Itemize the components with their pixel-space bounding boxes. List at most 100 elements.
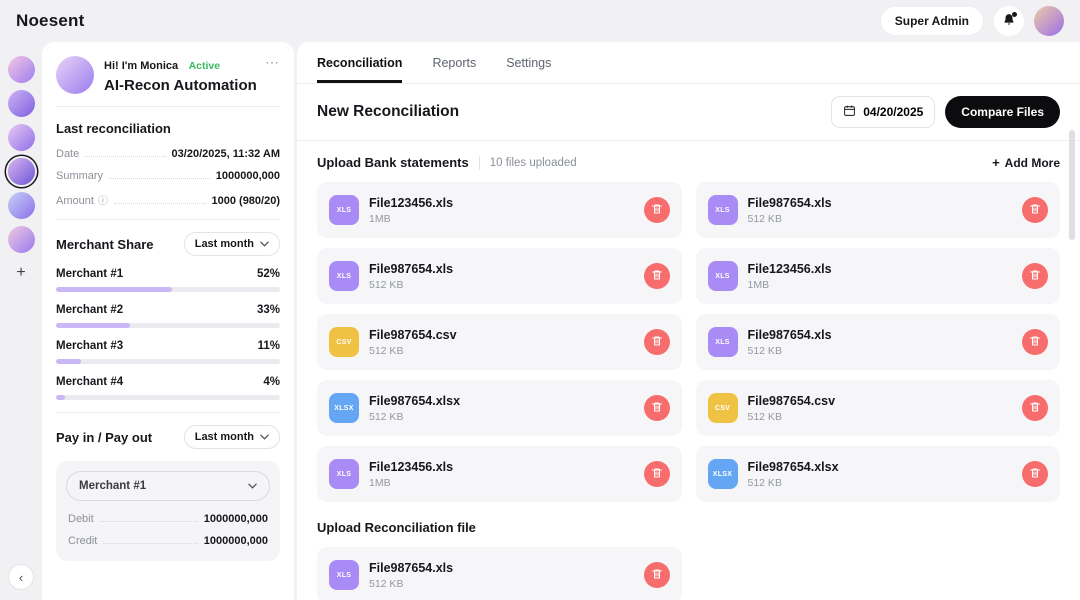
file-extension-label: XLS <box>336 272 352 280</box>
merchant-select-dropdown[interactable]: Merchant #1 <box>66 471 270 501</box>
delete-file-button[interactable] <box>1022 197 1048 223</box>
merchant-name: Merchant #1 <box>56 268 124 280</box>
info-label: Date <box>56 148 80 160</box>
tab-reconciliation[interactable]: Reconciliation <box>317 56 403 83</box>
date-value: 04/20/2025 <box>863 105 924 119</box>
trash-icon <box>651 203 663 218</box>
rail-avatar-item[interactable] <box>7 56 35 83</box>
chevron-down-icon <box>248 480 257 492</box>
delete-file-button[interactable] <box>643 263 670 289</box>
merchant-progress-track <box>56 287 280 292</box>
merchant-share-filter-dropdown[interactable]: Last month <box>183 232 280 256</box>
file-type-icon: XLS <box>707 327 738 357</box>
divider <box>56 412 280 413</box>
file-size: 1MB <box>747 278 770 291</box>
page-title: New Reconciliation <box>317 103 460 120</box>
rail-avatar-item[interactable] <box>7 226 35 253</box>
file-name: File987654.xls <box>369 261 454 276</box>
delete-file-button[interactable] <box>1022 329 1048 355</box>
rail-avatar-item[interactable] <box>7 192 35 219</box>
info-row: Date ⓘ 03/20/2025, 11:32 AM <box>56 148 280 160</box>
file-name: File987654.csv <box>369 327 457 342</box>
delete-file-button[interactable] <box>643 395 670 421</box>
file-extension-label: XLS <box>336 470 352 478</box>
file-type-icon: CSV <box>329 327 359 357</box>
agent-rail: + ‹ <box>0 42 42 600</box>
merchant-select-value: Merchant #1 <box>79 480 147 492</box>
file-type-icon: XLS <box>329 195 359 225</box>
trash-icon <box>651 401 663 416</box>
file-extension-label: XLS <box>715 338 730 346</box>
file-card: XLS File987654.xls 512 KB <box>695 314 1060 370</box>
info-row: Credit ⓘ 1000000,000 <box>66 535 270 547</box>
chevron-down-icon <box>260 431 269 443</box>
file-type-icon: CSV <box>707 393 738 423</box>
brand-logo: Noesent <box>16 11 85 30</box>
delete-file-button[interactable] <box>643 562 670 588</box>
rail-avatar-item[interactable] <box>7 124 35 151</box>
merchant-name: Merchant #3 <box>56 340 124 352</box>
add-agent-button[interactable]: + <box>16 264 25 282</box>
dotted-leader <box>99 521 198 522</box>
trash-icon <box>651 568 663 583</box>
tab-bar: Reconciliation Reports Settings <box>297 42 1080 84</box>
reconciliation-files-grid: XLS File987654.xls 512 KB <box>297 535 1080 600</box>
file-size: 512 KB <box>747 212 782 225</box>
file-card: CSV File987654.csv 512 KB <box>317 314 682 370</box>
merchant-percent: 33% <box>256 304 280 316</box>
trash-icon <box>651 335 663 350</box>
plus-icon: + <box>992 155 1000 170</box>
file-extension-label: XLS <box>715 272 730 280</box>
file-type-icon: XLS <box>329 261 359 291</box>
collapse-sidebar-button[interactable]: ‹ <box>8 564 34 590</box>
dotted-leader <box>109 178 210 179</box>
agent-title: AI-Recon Automation <box>104 77 257 94</box>
delete-file-button[interactable] <box>1022 461 1048 487</box>
file-name: File123456.xls <box>369 459 454 474</box>
delete-file-button[interactable] <box>1022 395 1048 421</box>
file-card: CSV File987654.csv 512 KB <box>695 380 1060 436</box>
file-card: XLS File987654.xls 512 KB <box>317 248 682 304</box>
file-card: XLSX File987654.xlsx 512 KB <box>317 380 682 436</box>
divider <box>56 219 280 220</box>
filter-value: Last month <box>194 431 254 443</box>
divider <box>478 155 480 170</box>
merchant-share-heading: Merchant Share <box>56 236 154 252</box>
delete-file-button[interactable] <box>1022 263 1048 289</box>
info-icon: ⓘ <box>97 196 108 207</box>
merchant-progress-fill <box>56 323 130 328</box>
rail-avatar-item[interactable] <box>7 158 35 185</box>
notification-bell-button[interactable] <box>994 6 1024 36</box>
file-name: File987654.xlsx <box>369 393 461 408</box>
trash-icon <box>1029 401 1041 416</box>
file-type-icon: XLSX <box>329 393 359 423</box>
info-value: 03/20/2025, 11:32 AM <box>171 148 280 160</box>
info-row: Summary ⓘ 1000000,000 <box>56 170 280 182</box>
agent-header: Hi! I'm Monica Active AI-Recon Automatio… <box>56 54 280 107</box>
user-avatar[interactable] <box>1034 6 1064 36</box>
trash-icon <box>1029 203 1041 218</box>
file-size: 1MB <box>369 476 391 489</box>
delete-file-button[interactable] <box>643 461 670 487</box>
delete-file-button[interactable] <box>643 197 670 223</box>
dotted-leader <box>103 543 198 544</box>
tab-reports[interactable]: Reports <box>432 56 476 83</box>
last-reconciliation-heading: Last reconciliation <box>56 121 171 136</box>
file-extension-label: XLSX <box>334 404 354 412</box>
delete-file-button[interactable] <box>643 329 670 355</box>
super-admin-button[interactable]: Super Admin <box>879 6 984 36</box>
tab-settings[interactable]: Settings <box>506 56 551 83</box>
file-extension-label: CSV <box>714 404 731 412</box>
compare-files-button[interactable]: Compare Files <box>945 96 1060 128</box>
file-size: 512 KB <box>369 344 404 357</box>
pay-filter-dropdown[interactable]: Last month <box>183 425 280 449</box>
file-card: XLSX File987654.xlsx 512 KB <box>695 446 1060 502</box>
merchant-share-item: Merchant #1 52% <box>56 268 280 292</box>
more-options-icon[interactable]: ⋯ <box>265 54 280 71</box>
file-name: File987654.xls <box>369 560 454 575</box>
sidebar: Hi! I'm Monica Active AI-Recon Automatio… <box>42 42 294 600</box>
add-more-button[interactable]: + Add More <box>992 155 1060 170</box>
rail-avatar-item[interactable] <box>7 90 35 117</box>
date-picker-button[interactable]: 04/20/2025 <box>831 96 936 128</box>
scrollbar-thumb[interactable] <box>1069 130 1075 240</box>
